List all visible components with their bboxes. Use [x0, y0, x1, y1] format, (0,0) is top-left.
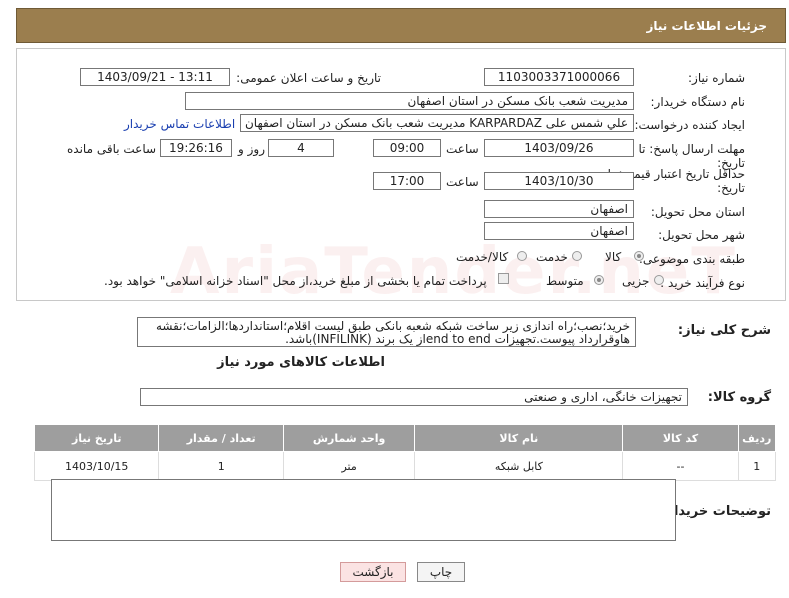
process-option-minor: جزیی — [622, 274, 650, 288]
deadline-time-field: 09:00 — [373, 139, 441, 157]
description-label: شرح کلی نیاز: — [677, 323, 771, 338]
buyer-label: نام دستگاه خریدار: — [650, 95, 746, 109]
table-row: 1 -- کابل شبکه متر 1 1403/10/15 — [33, 451, 777, 481]
cell-unit: متر — [282, 451, 416, 481]
category-option-goods: کالا — [605, 250, 622, 264]
announce-date-field: 1403/09/21 - 13:11 — [80, 68, 230, 86]
cell-row: 1 — [737, 451, 777, 481]
page-title: جزئیات اطلاعات نیاز — [646, 19, 767, 33]
buyer-notes-box — [51, 479, 676, 541]
remaining-time-field: 19:26:16 — [160, 139, 232, 157]
process-radio-minor[interactable] — [654, 275, 664, 285]
back-button[interactable]: بازگشت — [340, 562, 406, 582]
goods-table: ردیف کد کالا نام کالا واحد شمارش تعداد /… — [33, 424, 777, 481]
buyer-field: مدیریت شعب بانک مسکن در استان اصفهان — [185, 92, 634, 110]
days-remaining-field: 4 — [268, 139, 334, 157]
treasury-payment-note: پرداخت تمام یا بخشی از مبلغ خرید،از محل … — [104, 274, 487, 288]
category-option-goods-service: کالا/خدمت — [456, 250, 509, 264]
process-radio-medium[interactable] — [594, 275, 604, 285]
province-label: استان محل تحویل: — [650, 205, 745, 219]
deadline-label: مهلت ارسال پاسخ: تا — [638, 142, 745, 156]
cell-name: کابل شبکه — [414, 451, 624, 481]
creator-label: ایجاد کننده درخواست: — [634, 118, 745, 132]
process-label: نوع فرآیند خرید : — [660, 276, 745, 290]
city-field: اصفهان — [484, 222, 634, 240]
column-unit: واحد شمارش — [282, 424, 416, 452]
cell-date: 1403/10/15 — [33, 451, 160, 481]
goods-group-field: تجهیزات خانگی، اداری و صنعتی — [140, 388, 688, 406]
cell-code: -- — [622, 451, 739, 481]
remaining-time-label: ساعت باقی مانده — [67, 142, 157, 156]
city-label: شهر محل تحویل: — [658, 228, 745, 242]
buyer-contact-link[interactable]: اطلاعات تماس خریدار — [124, 117, 235, 131]
process-option-medium: متوسط — [546, 274, 584, 288]
province-field: اصفهان — [484, 200, 634, 218]
announce-label: تاریخ و ساعت اعلان عمومی: — [236, 71, 381, 85]
goods-section-title: اطلاعات کالاهای مورد نیاز — [217, 355, 385, 370]
column-date: تاریخ نیاز — [33, 424, 160, 452]
goods-group-label: گروه کالا: — [707, 390, 771, 405]
category-radio-goods[interactable] — [634, 251, 644, 261]
validity-time-label: ساعت — [446, 175, 479, 189]
column-name: نام کالا — [414, 424, 624, 452]
validity-label-date: تاریخ: — [717, 181, 745, 195]
goods-table-header: ردیف کد کالا نام کالا واحد شمارش تعداد /… — [33, 424, 777, 452]
treasury-payment-checkbox[interactable] — [498, 273, 509, 284]
need-number-field: 1103003371000066 — [484, 68, 634, 86]
category-label: طبقه بندی موضوعی: — [638, 252, 745, 266]
days-label: روز و — [238, 142, 265, 156]
print-button[interactable]: چاپ — [417, 562, 465, 582]
validity-time-field: 17:00 — [373, 172, 441, 190]
column-qty: تعداد / مقدار — [158, 424, 284, 452]
cell-qty: 1 — [158, 451, 284, 481]
description-text: خرید؛نصب؛راه اندازی زیر ساخت شبکه شعبه ب… — [137, 317, 636, 347]
need-number-label: شماره نیاز: — [688, 71, 745, 85]
deadline-time-label: ساعت — [446, 142, 479, 156]
creator-field: علي شمس علی KARPARDAZ مدیریت شعب بانک مس… — [240, 114, 634, 132]
category-radio-service[interactable] — [572, 251, 582, 261]
deadline-date-field: 1403/09/26 — [484, 139, 634, 157]
column-code: کد کالا — [622, 424, 739, 452]
column-row: ردیف — [737, 424, 777, 452]
validity-date-field: 1403/10/30 — [484, 172, 634, 190]
category-radio-goods-service[interactable] — [517, 251, 527, 261]
buyer-notes-label: توضیحات خریدار: — [661, 504, 771, 519]
page-header: جزئیات اطلاعات نیاز — [16, 8, 786, 43]
category-option-service: خدمت — [536, 250, 568, 264]
